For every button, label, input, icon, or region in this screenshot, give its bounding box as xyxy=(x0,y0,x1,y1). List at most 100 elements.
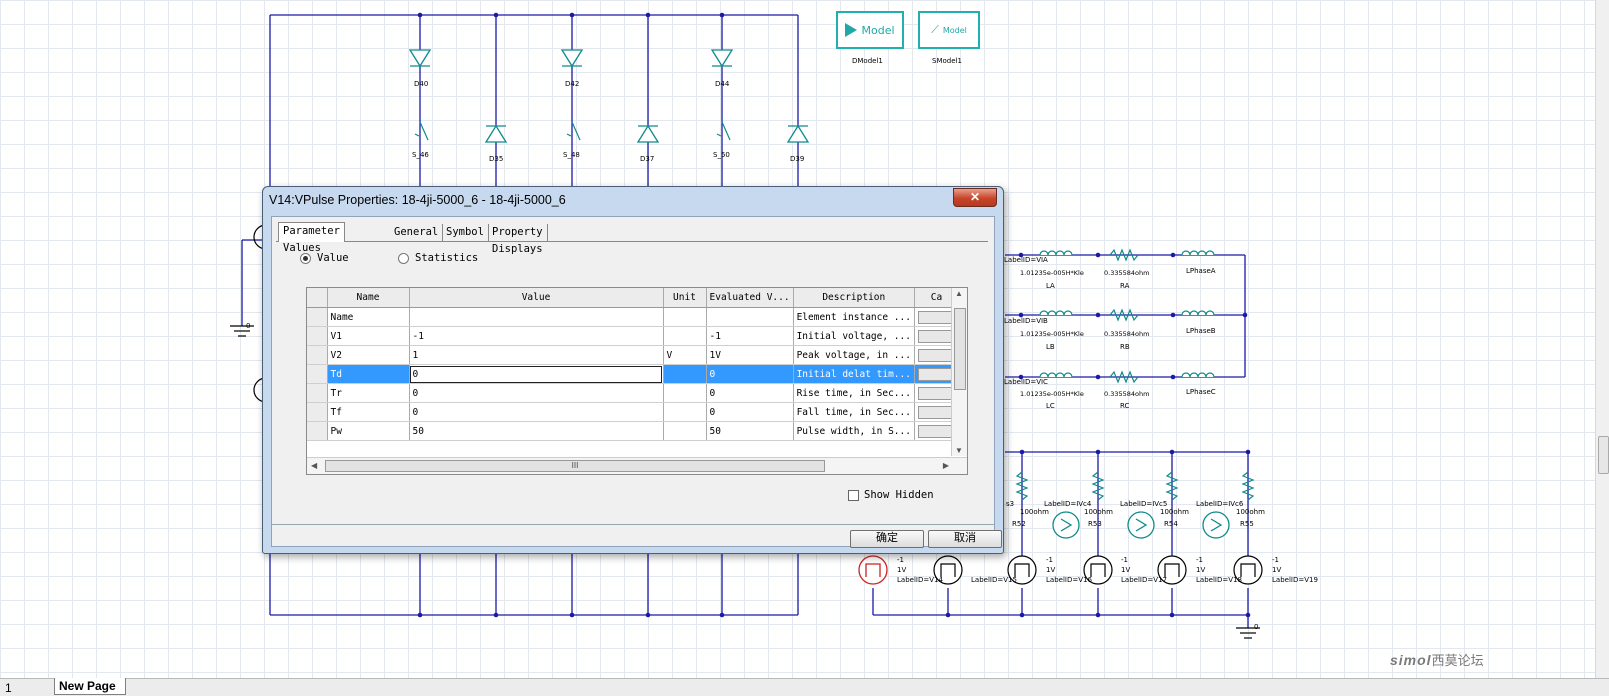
cell-description[interactable]: Rise time, in Sec... xyxy=(793,383,915,403)
radio-statistics[interactable]: Statistics xyxy=(398,252,478,264)
smodel-box[interactable]: ⟋ Model xyxy=(918,11,980,49)
col-header-unit[interactable]: Unit xyxy=(663,288,707,308)
ca-button[interactable] xyxy=(917,329,954,343)
grid-corner xyxy=(307,288,328,308)
v18-v2: 1V xyxy=(1196,566,1206,574)
cell-value[interactable]: 50 xyxy=(409,421,664,441)
cell-evaluated[interactable]: 50 xyxy=(706,421,794,441)
cell-name[interactable]: Td xyxy=(327,364,410,384)
phase-a-resistance: 0.335584ohm xyxy=(1104,269,1150,277)
dmodel-label: Model xyxy=(861,23,895,37)
cell-name[interactable]: Pw xyxy=(327,421,410,441)
tab-symbol[interactable]: Symbol xyxy=(442,224,489,241)
table-row[interactable]: Pw 50 50 Pulse width, in S... xyxy=(307,421,959,441)
cell-unit[interactable] xyxy=(663,326,707,346)
grid-vertical-scroll-thumb[interactable] xyxy=(954,308,966,390)
cell-name[interactable]: Name xyxy=(327,307,410,327)
probe-label-ivc5: LabelID=IVc5 xyxy=(1120,500,1168,508)
res-value-55: 100ohm xyxy=(1236,508,1265,516)
cell-unit[interactable] xyxy=(663,307,707,327)
cell-description[interactable]: Fall time, in Sec... xyxy=(793,402,915,422)
phase-b-rname: RB xyxy=(1120,343,1130,351)
table-row[interactable]: Tf 0 0 Fall time, in Sec... xyxy=(307,402,959,422)
parameter-grid[interactable]: Name Value Unit Evaluated V... Descripti… xyxy=(306,287,968,475)
col-header-evaluated[interactable]: Evaluated V... xyxy=(706,288,794,308)
table-row[interactable]: V2 1 V 1V Peak voltage, in ... xyxy=(307,345,959,365)
cell-unit[interactable] xyxy=(663,402,707,422)
v18-v1: -1 xyxy=(1196,556,1203,564)
table-row[interactable]: Td 0 0 Initial delat tim... xyxy=(307,364,959,384)
table-row[interactable]: Tr 0 0 Rise time, in Sec... xyxy=(307,383,959,403)
col-header-value[interactable]: Value xyxy=(409,288,664,308)
show-hidden-checkbox[interactable]: Show Hidden xyxy=(848,489,934,501)
scroll-up-icon[interactable]: ▲ xyxy=(955,289,963,298)
cell-unit[interactable] xyxy=(663,421,707,441)
dmodel-box[interactable]: Model xyxy=(836,11,904,49)
cell-description[interactable]: Pulse width, in S... xyxy=(793,421,915,441)
cell-unit[interactable] xyxy=(663,383,707,403)
ca-button[interactable] xyxy=(917,424,954,438)
cell-description[interactable]: Peak voltage, in ... xyxy=(793,345,915,365)
ok-button[interactable]: 确定 xyxy=(850,530,924,548)
probe-label-ivc6: LabelID=IVc6 xyxy=(1196,500,1244,508)
cell-name[interactable]: V2 xyxy=(327,345,410,365)
label-D44: D44 xyxy=(715,80,730,88)
show-hidden-label: Show Hidden xyxy=(864,489,934,501)
cell-evaluated[interactable]: -1 xyxy=(706,326,794,346)
cell-evaluated[interactable] xyxy=(706,307,794,327)
cell-unit[interactable] xyxy=(663,364,707,384)
ca-button[interactable] xyxy=(917,310,954,324)
scroll-left-icon[interactable]: ◀ xyxy=(311,461,317,470)
ca-button[interactable] xyxy=(917,367,954,381)
grid-horizontal-scrollbar[interactable]: ◀ III ▶ xyxy=(307,457,967,474)
tab-new-page[interactable]: New Page xyxy=(54,678,126,695)
watermark: simol西莫论坛 xyxy=(1390,650,1484,669)
ca-button[interactable] xyxy=(917,405,954,419)
ground-label-left: 0 xyxy=(246,322,251,330)
table-row[interactable]: Name Element instance ... xyxy=(307,307,959,327)
close-button[interactable]: ✕ xyxy=(953,188,997,207)
cell-evaluated[interactable]: 1V xyxy=(706,345,794,365)
cell-name[interactable]: Tr xyxy=(327,383,410,403)
cell-description[interactable]: Initial delat tim... xyxy=(793,364,915,384)
radio-statistics-circle[interactable] xyxy=(398,252,409,264)
cell-value[interactable]: 0 xyxy=(409,364,664,384)
col-header-name[interactable]: Name xyxy=(327,288,410,308)
cell-description[interactable]: Element instance ... xyxy=(793,307,915,327)
tab-property-displays[interactable]: Property Displays xyxy=(488,224,548,255)
tab-general[interactable]: General xyxy=(390,224,444,241)
cell-value[interactable] xyxy=(409,307,664,327)
cell-evaluated[interactable]: 0 xyxy=(706,383,794,403)
grid-vertical-scrollbar[interactable]: ▲ ▼ xyxy=(951,288,967,456)
table-row[interactable]: V1 -1 -1 Initial voltage, ... xyxy=(307,326,959,346)
cell-name[interactable]: V1 xyxy=(327,326,410,346)
cell-evaluated[interactable]: 0 xyxy=(706,402,794,422)
cell-unit[interactable]: V xyxy=(663,345,707,365)
phase-c-lname: LC xyxy=(1046,402,1055,410)
phase-c-rname: RC xyxy=(1120,402,1130,410)
cell-evaluated[interactable]: 0 xyxy=(706,364,794,384)
col-header-description[interactable]: Description xyxy=(793,288,915,308)
cancel-button[interactable]: 取消 xyxy=(928,530,1002,548)
scroll-right-icon[interactable]: ▶ xyxy=(943,461,949,470)
grid-body: Name Element instance ... V1 -1 -1 Initial vo… xyxy=(307,307,959,441)
cell-value[interactable]: 0 xyxy=(409,402,664,422)
scroll-down-icon[interactable]: ▼ xyxy=(955,446,963,455)
ca-button[interactable] xyxy=(917,386,954,400)
row-header xyxy=(307,326,328,346)
canvas-vertical-scrollbar[interactable] xyxy=(1595,0,1609,678)
cell-value[interactable]: 0 xyxy=(409,383,664,403)
cell-value[interactable]: -1 xyxy=(409,326,664,346)
diode-D39 xyxy=(786,124,810,143)
res-value-53: 100ohm xyxy=(1084,508,1113,516)
ca-button[interactable] xyxy=(917,348,954,362)
show-hidden-box[interactable] xyxy=(848,489,859,501)
tab-parameter-values[interactable]: Parameter Values xyxy=(278,222,345,254)
grid-horizontal-scroll-thumb[interactable]: III xyxy=(325,460,825,472)
cell-name[interactable]: Tf xyxy=(327,402,410,422)
v19-v2: 1V xyxy=(1272,566,1282,574)
canvas-vertical-scroll-thumb[interactable] xyxy=(1598,436,1609,474)
cell-value[interactable]: 1 xyxy=(409,345,664,365)
phase-a-labelid: LabelID=VIA xyxy=(1004,256,1048,264)
cell-description[interactable]: Initial voltage, ... xyxy=(793,326,915,346)
